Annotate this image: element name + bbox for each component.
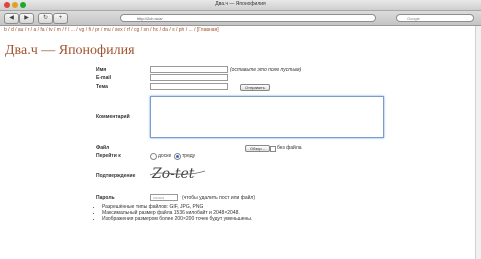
submit-button[interactable]: Отправить: [240, 84, 270, 91]
search-field[interactable]: Google: [396, 14, 474, 22]
address-bar[interactable]: http://2ch.ru/a/: [120, 14, 376, 22]
rule-item: Изображения размером более 200×200 точек…: [102, 216, 252, 222]
board-navigation[interactable]: b / d / au / r / a / fa / tv / m / f / .…: [4, 27, 474, 33]
goto-label: Перейти к: [96, 153, 121, 159]
name-label: Имя: [96, 67, 107, 73]
title-bar: Два.ч — Японофилия: [0, 0, 481, 11]
goto-board-label: доске: [158, 153, 172, 159]
goto-thread-radio[interactable]: [174, 153, 181, 160]
add-bookmark-button[interactable]: +: [53, 13, 68, 24]
back-button[interactable]: ◀: [4, 13, 19, 24]
window-title: Два.ч — Японофилия: [215, 1, 266, 7]
forward-button[interactable]: ▶: [19, 13, 34, 24]
reload-button[interactable]: ↻: [38, 13, 53, 24]
upload-rules: Разрешённые типы файлов: GIF, JPG, PNG М…: [96, 204, 252, 222]
subject-input[interactable]: [150, 83, 228, 90]
plus-icon: +: [58, 15, 63, 21]
password-label: Пароль: [96, 195, 115, 201]
vertical-scrollbar[interactable]: [475, 26, 481, 259]
comment-label: Комментарий: [96, 114, 130, 120]
email-input[interactable]: [150, 74, 228, 81]
confirm-label: Подтверждение: [96, 173, 136, 179]
browser-window: Два.ч — Японофилия ◀ ▶ ↻ + http://2ch.ru…: [0, 0, 481, 259]
comment-textarea[interactable]: [150, 96, 384, 138]
page-content: b / d / au / r / a / fa / tv / m / f / .…: [0, 26, 476, 259]
name-note: (оставьте это поле пустым): [230, 67, 302, 73]
captcha-image: Zo-tet: [150, 166, 205, 182]
name-input[interactable]: [150, 66, 228, 73]
file-label: Файл: [96, 145, 110, 151]
goto-board-radio[interactable]: [150, 153, 157, 160]
subject-label: Тема: [96, 84, 108, 90]
browse-button[interactable]: Обзор...: [245, 145, 270, 152]
password-note: (чтобы удалить пост или файл): [182, 195, 255, 201]
email-label: E-mail: [96, 75, 112, 81]
reload-icon: ↻: [42, 15, 49, 21]
password-input[interactable]: ••••••••: [150, 194, 178, 201]
no-file-checkbox[interactable]: [270, 146, 276, 152]
no-file-label: без файла: [277, 145, 302, 151]
goto-thread-label: треду: [182, 153, 196, 159]
browser-toolbar: ◀ ▶ ↻ + http://2ch.ru/a/ Google: [0, 11, 481, 26]
page-title: Два.ч — Японофилия: [5, 43, 135, 58]
